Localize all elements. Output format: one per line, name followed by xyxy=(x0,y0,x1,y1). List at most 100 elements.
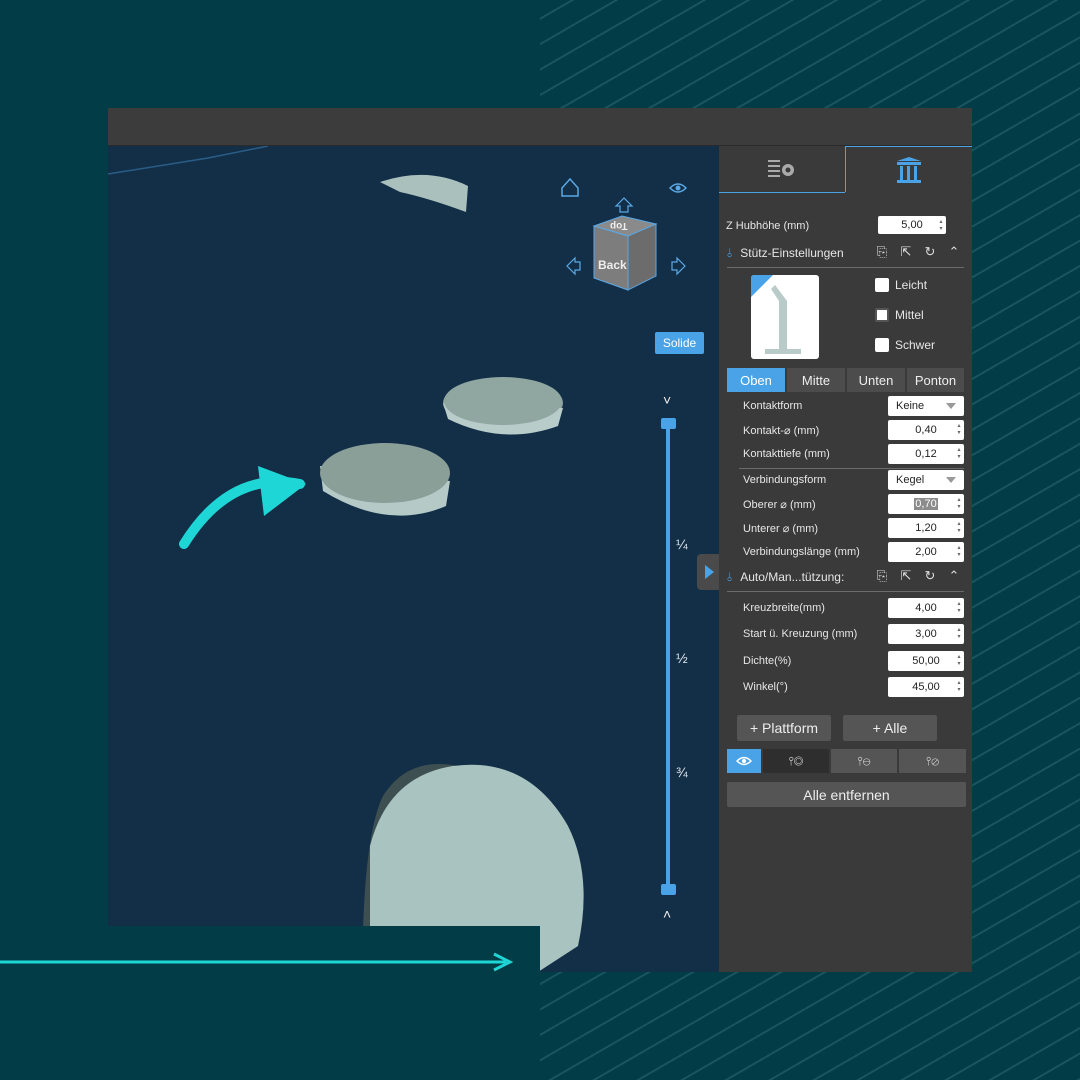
render-mode-button[interactable]: Solide xyxy=(655,332,704,354)
export-icon[interactable]: ⇱ xyxy=(898,568,914,584)
view-cube[interactable]: Top Back xyxy=(592,212,658,292)
connection-length-input[interactable]: 2,00 ▴ ▾ xyxy=(888,542,964,562)
edit-support-tool[interactable]: ⫯⊘ xyxy=(899,749,966,773)
supports-tab[interactable] xyxy=(845,146,972,192)
connection-shape-label: Verbindungsform xyxy=(743,474,827,486)
connection-length-value: 2,00 xyxy=(915,546,937,558)
spin-arrows-icon[interactable]: ▴ ▾ xyxy=(956,447,962,461)
cube-face-back: Back xyxy=(598,258,627,272)
support-settings-header[interactable]: ⫰ Stütz-Einstellungen ⎘ ⇱ ↻ ⌃ xyxy=(727,242,964,264)
support-preview xyxy=(751,275,819,359)
spin-arrows-icon[interactable]: ▴ ▾ xyxy=(956,497,962,511)
add-support-tool[interactable]: ⫯◎ xyxy=(763,749,829,773)
title-bar xyxy=(108,108,972,146)
spin-arrows-icon[interactable]: ▴ ▾ xyxy=(956,654,962,668)
import-icon[interactable]: ⎘ xyxy=(874,244,890,260)
layer-slider-handle-bottom[interactable] xyxy=(661,884,676,895)
upper-diameter-input[interactable]: 0,70 ▴ ▾ xyxy=(888,494,964,514)
lift-height-input[interactable]: 5,00 ▴ ▾ xyxy=(878,216,946,234)
connection-shape-select[interactable]: Kegel xyxy=(888,470,964,490)
panel-collapse-toggle[interactable] xyxy=(697,554,719,590)
checkbox[interactable] xyxy=(875,338,889,352)
slider-down-arrow[interactable]: ˄ xyxy=(663,906,671,922)
disk-part[interactable] xyxy=(443,377,563,435)
preset-light[interactable]: Leicht xyxy=(875,278,927,292)
tab-pontoon[interactable]: Ponton xyxy=(907,368,964,392)
collapse-icon[interactable]: ⌃ xyxy=(946,568,962,584)
preset-heavy-label: Schwer xyxy=(895,338,936,352)
layer-slider-handle-top[interactable] xyxy=(661,418,676,429)
divider xyxy=(727,591,964,592)
spin-arrows-icon[interactable]: ▴ ▾ xyxy=(956,627,962,641)
disk-part[interactable] xyxy=(320,443,450,516)
angle-value: 45,00 xyxy=(912,681,940,693)
import-icon[interactable]: ⎘ xyxy=(874,568,890,584)
spin-arrows-icon[interactable]: ▴ ▾ xyxy=(956,545,962,559)
spin-arrows-icon[interactable]: ▴ ▾ xyxy=(938,219,944,233)
spin-arrows-icon[interactable]: ▴ ▾ xyxy=(956,423,962,437)
rotate-right-icon[interactable] xyxy=(671,256,686,276)
contact-shape-select[interactable]: Keine xyxy=(888,396,964,416)
density-input[interactable]: 50,00 ▴ ▾ xyxy=(888,651,964,671)
cross-width-label: Kreuzbreite(mm) xyxy=(743,602,825,614)
cross-start-input[interactable]: 3,00 ▴ ▾ xyxy=(888,624,964,644)
spin-arrows-icon[interactable]: ▴ ▾ xyxy=(956,521,962,535)
rotate-up-icon[interactable] xyxy=(614,197,634,213)
spin-arrows-icon[interactable]: ▴ ▾ xyxy=(956,601,962,615)
bottom-left-bar xyxy=(0,926,540,1080)
preset-medium-label: Mittel xyxy=(895,308,924,322)
viewport-3d[interactable]: Top Back Solide ˅ ˄ ¼ ½ ¾ xyxy=(108,146,719,972)
contact-diameter-value: 0,40 xyxy=(915,424,937,436)
slider-up-arrow[interactable]: ˅ xyxy=(663,392,671,408)
reset-icon[interactable]: ↻ xyxy=(922,244,938,260)
lower-diameter-input[interactable]: 1,20 ▴ ▾ xyxy=(888,518,964,538)
contact-diameter-input[interactable]: 0,40 ▴ ▾ xyxy=(888,420,964,440)
auto-support-header[interactable]: ⫰ Auto/Man...tützung: ⎘ ⇱ ↻ ⌃ xyxy=(727,566,964,588)
collapse-icon[interactable]: ⌃ xyxy=(946,244,962,260)
checkbox[interactable] xyxy=(875,308,889,322)
eye-icon[interactable] xyxy=(668,183,688,193)
divider xyxy=(727,267,964,268)
export-icon[interactable]: ⇱ xyxy=(898,244,914,260)
remove-support-tool[interactable]: ⫯⊖ xyxy=(831,749,897,773)
lower-diameter-label: Unterer ⌀ (mm) xyxy=(743,522,819,535)
density-value: 50,00 xyxy=(912,655,940,667)
support-add-icon: ⫯◎ xyxy=(788,753,804,768)
eye-icon xyxy=(736,756,752,766)
angle-label: Winkel(°) xyxy=(743,681,788,693)
support-part-tabs: Oben Mitte Unten Ponton xyxy=(727,368,964,392)
settings-tab[interactable] xyxy=(719,146,845,193)
connection-shape-value: Kegel xyxy=(896,474,925,486)
tab-bottom[interactable]: Unten xyxy=(847,368,905,392)
reset-icon[interactable]: ↻ xyxy=(922,568,938,584)
scene-edge xyxy=(108,146,269,175)
layer-slider-track[interactable] xyxy=(666,424,670,894)
add-platform-button[interactable]: + Plattform xyxy=(737,715,831,741)
app-window: Top Back Solide ˅ ˄ ¼ ½ ¾ Z Hubhöhe (mm)… xyxy=(108,108,972,972)
spin-arrows-icon[interactable]: ▴ ▾ xyxy=(956,680,962,694)
angle-input[interactable]: 45,00 ▴ ▾ xyxy=(888,677,964,697)
slider-tick-three-quarter: ¾ xyxy=(676,764,688,780)
contact-depth-input[interactable]: 0,12 ▴ ▾ xyxy=(888,444,964,464)
lower-diameter-value: 1,20 xyxy=(915,522,937,534)
rotate-left-icon[interactable] xyxy=(566,256,581,276)
preset-heavy[interactable]: Schwer xyxy=(875,338,935,352)
dropdown-arrow-icon xyxy=(946,403,956,409)
disk-part[interactable] xyxy=(380,174,468,212)
contact-shape-label: Kontaktform xyxy=(743,400,803,412)
lift-height-value: 5,00 xyxy=(901,219,923,231)
dropdown-arrow-icon xyxy=(946,477,956,483)
home-icon[interactable] xyxy=(561,177,579,197)
checkbox[interactable] xyxy=(875,278,889,292)
preset-medium[interactable]: Mittel xyxy=(875,308,924,322)
cross-width-input[interactable]: 4,00 ▴ ▾ xyxy=(888,598,964,618)
add-all-button[interactable]: + Alle xyxy=(843,715,937,741)
remove-all-button[interactable]: Alle entfernen xyxy=(727,782,966,807)
contact-depth-label: Kontakttiefe (mm) xyxy=(743,448,830,460)
tab-top[interactable]: Oben xyxy=(727,368,785,392)
support-icon: ⫰ xyxy=(727,245,733,260)
slider-tick-half: ½ xyxy=(676,650,688,666)
tab-middle[interactable]: Mitte xyxy=(787,368,845,392)
visibility-toggle[interactable] xyxy=(727,749,761,773)
side-panel: Z Hubhöhe (mm) 5,00 ▴ ▾ ⫰ Stütz-Einstellu… xyxy=(719,146,972,972)
